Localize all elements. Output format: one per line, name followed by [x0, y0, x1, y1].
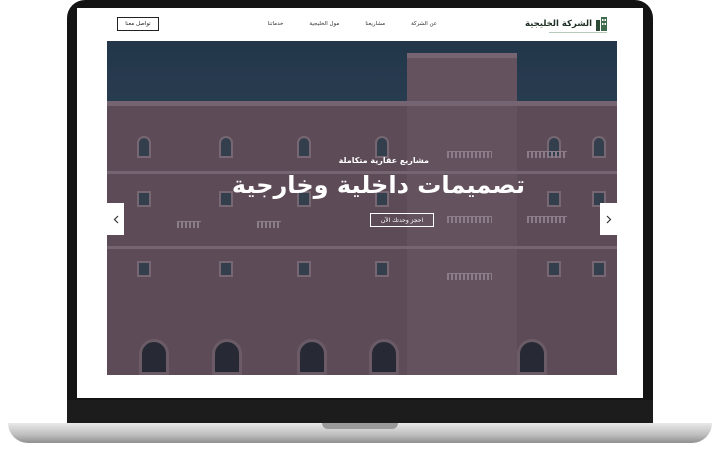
- hero-eyebrow: مشاريع عقارية متكاملة: [338, 156, 429, 165]
- hero-slider: مشاريع عقارية متكاملة تصميمات داخلية وخا…: [107, 41, 617, 375]
- slider-next-button[interactable]: [600, 203, 617, 235]
- nav-services[interactable]: خدماتنا: [268, 21, 284, 27]
- chevron-left-icon: [113, 215, 118, 223]
- contact-button[interactable]: تواصل معنا: [117, 17, 159, 31]
- chevron-right-icon: [606, 215, 611, 223]
- logo-text: الشركة الخليجية: [524, 19, 592, 29]
- hero-content: مشاريع عقارية متكاملة تصميمات داخلية وخا…: [107, 41, 617, 375]
- nav-about[interactable]: عن الشركة: [411, 21, 437, 27]
- nav-projects[interactable]: مشاريعنا: [365, 21, 385, 27]
- building-icon: [596, 17, 607, 31]
- site-logo[interactable]: الشركة الخليجية: [525, 17, 607, 31]
- laptop-notch: [322, 423, 398, 429]
- book-unit-button[interactable]: احجز وحدتك الآن: [370, 213, 434, 227]
- main-menu: عن الشركة مشاريعنا مول الخليجية خدماتنا: [268, 21, 437, 27]
- site-header: الشركة الخليجية عن الشركة مشاريعنا مول ا…: [77, 8, 643, 41]
- nav-mall[interactable]: مول الخليجية: [309, 21, 339, 27]
- logo-underline: [549, 32, 607, 33]
- browser-screen: الشركة الخليجية عن الشركة مشاريعنا مول ا…: [77, 8, 643, 398]
- laptop-chin: [67, 400, 653, 424]
- hero-headline: تصميمات داخلية وخارجية: [231, 171, 525, 199]
- slider-prev-button[interactable]: [107, 203, 124, 235]
